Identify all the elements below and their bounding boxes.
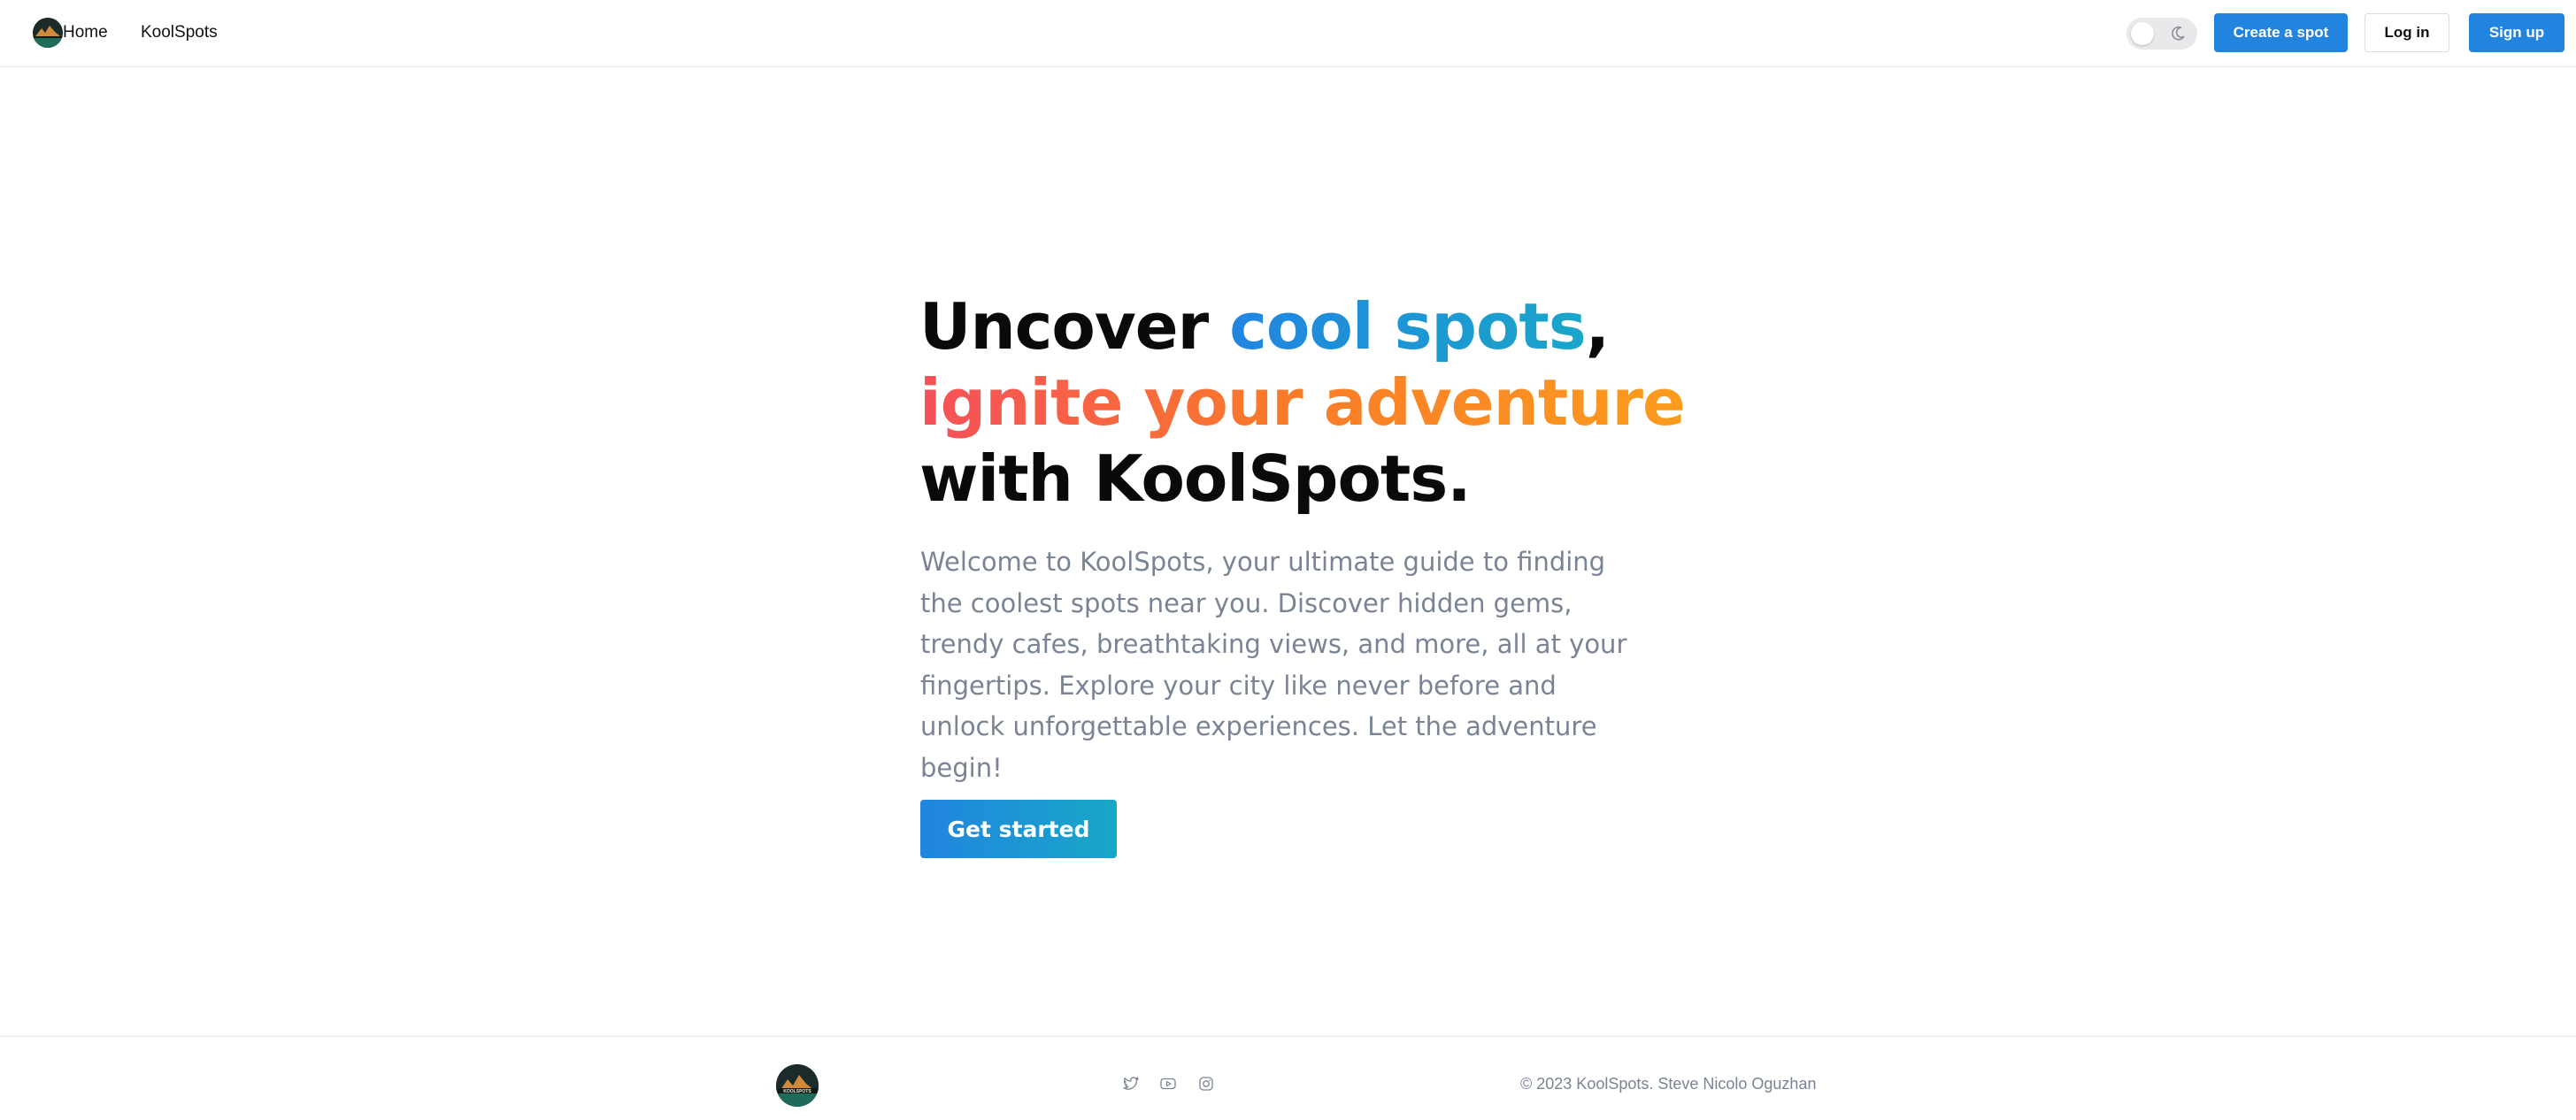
footer-logo-icon: KOOLSPOTS: [776, 1064, 819, 1107]
moon-icon: [2172, 26, 2185, 41]
top-navbar: Home KoolSpots Create a spot Log in Sign…: [0, 0, 2576, 67]
copyright-text: © 2023 KoolSpots. Steve Nicolo Oguzhan: [1520, 1075, 1817, 1093]
footer: KOOLSPOTS © 2023 KoolSpots. Steve Nicolo…: [0, 1036, 2576, 1120]
home-link[interactable]: Home: [33, 17, 108, 49]
twitter-icon[interactable]: [1121, 1074, 1141, 1093]
get-started-button[interactable]: Get started: [920, 800, 1117, 858]
toggle-knob: [2131, 22, 2154, 45]
hero-title-highlight: cool spots: [1229, 289, 1586, 364]
signup-button[interactable]: Sign up: [2469, 13, 2564, 52]
login-button[interactable]: Log in: [2365, 13, 2449, 52]
nav-link-koolspots[interactable]: KoolSpots: [141, 23, 218, 42]
home-link-label: Home: [63, 23, 108, 42]
hero-title-line-2: ignite your adventure: [919, 364, 1716, 441]
hero-title-comma: ,: [1585, 289, 1610, 364]
koolspots-logo-icon: [33, 18, 63, 48]
footer-logo-text: KOOLSPOTS: [783, 1089, 811, 1094]
hero-title-line-3: with KoolSpots.: [919, 441, 1472, 516]
theme-toggle[interactable]: [2126, 18, 2197, 50]
hero-title-uncover: Uncover: [919, 289, 1230, 364]
create-spot-button[interactable]: Create a spot: [2214, 13, 2348, 52]
youtube-icon[interactable]: [1158, 1074, 1178, 1093]
instagram-icon[interactable]: [1196, 1074, 1216, 1093]
hero-description: Welcome to KoolSpots, your ultimate guid…: [920, 547, 1627, 783]
hero-title: Uncover cool spots, ignite your adventur…: [919, 288, 1716, 517]
hero-title-line-1: Uncover cool spots,: [919, 288, 1716, 364]
